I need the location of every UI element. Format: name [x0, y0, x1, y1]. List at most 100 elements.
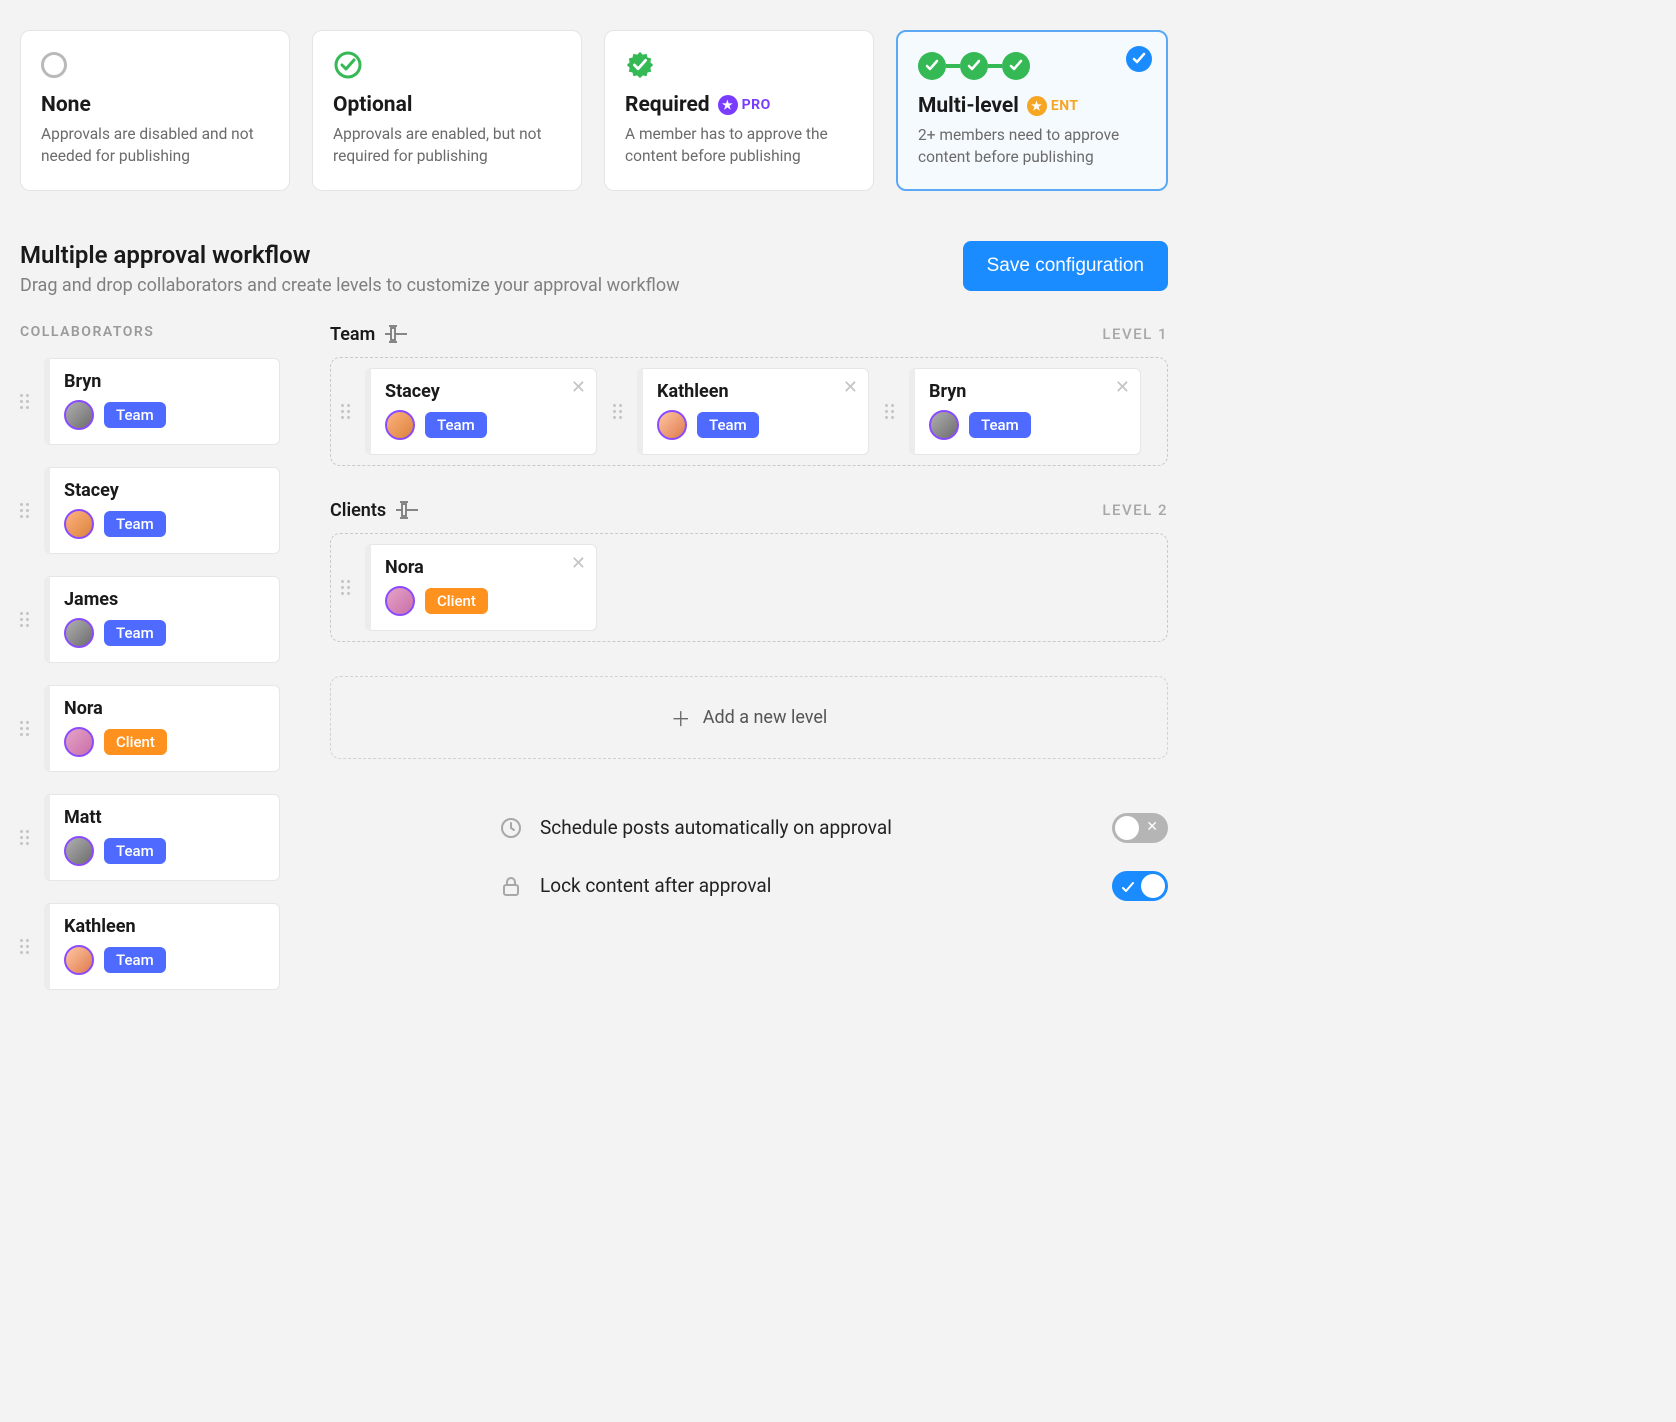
drag-handle-icon[interactable]: [341, 580, 355, 595]
star-icon: ★: [718, 95, 738, 115]
collaborators-column: COLLABORATORS Bryn Team Stacey Team Jam: [20, 324, 280, 1012]
setting-label: Lock content after approval: [540, 874, 1096, 897]
option-card-optional[interactable]: Optional Approvals are enabled, but not …: [312, 30, 582, 191]
remove-icon[interactable]: ✕: [571, 555, 586, 573]
schedule-toggle[interactable]: ✕: [1112, 813, 1168, 843]
role-chip: Client: [104, 729, 167, 755]
person-name: James: [64, 589, 265, 610]
option-title: Required: [625, 93, 710, 117]
collaborator-item[interactable]: Stacey Team: [20, 467, 280, 554]
person-name: Stacey: [385, 381, 582, 402]
collaborator-item[interactable]: Kathleen Team: [20, 903, 280, 990]
drag-handle-icon[interactable]: [341, 404, 355, 419]
option-desc: Approvals are disabled and not needed fo…: [41, 123, 269, 168]
person-name: Kathleen: [64, 916, 265, 937]
option-title: Multi-level: [918, 94, 1019, 118]
pro-badge: ★ PRO: [718, 95, 771, 115]
avatar: [64, 836, 94, 866]
level-number-label: LEVEL 1: [1102, 325, 1168, 343]
person-card[interactable]: Kathleen Team: [44, 903, 280, 990]
person-name: Nora: [64, 698, 265, 719]
person-card[interactable]: ✕ Nora Client: [365, 544, 597, 631]
person-card[interactable]: Nora Client: [44, 685, 280, 772]
avatar: [929, 410, 959, 440]
section-title: Multiple approval workflow: [20, 241, 680, 269]
avatar: [64, 727, 94, 757]
ent-badge: ★ ENT: [1027, 96, 1079, 116]
approval-settings: Schedule posts automatically on approval…: [498, 799, 1168, 915]
add-level-button[interactable]: ＋ Add a new level: [330, 676, 1168, 759]
save-configuration-button[interactable]: Save configuration: [963, 241, 1168, 291]
drag-handle-icon[interactable]: [20, 939, 34, 954]
rename-icon[interactable]: [385, 325, 407, 343]
collaborator-item[interactable]: Nora Client: [20, 685, 280, 772]
avatar: [64, 509, 94, 539]
setting-label: Schedule posts automatically on approval: [540, 816, 1096, 839]
person-card[interactable]: ✕ Stacey Team: [365, 368, 597, 455]
rename-icon[interactable]: [396, 501, 418, 519]
setting-lock: Lock content after approval: [498, 857, 1168, 915]
drag-handle-icon[interactable]: [20, 612, 34, 627]
drag-handle-icon[interactable]: [20, 830, 34, 845]
level-dropzone[interactable]: ✕ Nora Client: [330, 533, 1168, 642]
lock-toggle[interactable]: [1112, 871, 1168, 901]
empty-circle-icon: [41, 52, 67, 78]
option-desc: Approvals are enabled, but not required …: [333, 123, 561, 168]
option-card-required[interactable]: Required ★ PRO A member has to approve t…: [604, 30, 874, 191]
level-name: Clients: [330, 500, 386, 521]
person-name: Stacey: [64, 480, 265, 501]
star-icon: ★: [1027, 96, 1047, 116]
remove-icon[interactable]: ✕: [1115, 379, 1130, 397]
remove-icon[interactable]: ✕: [843, 379, 858, 397]
person-card[interactable]: Stacey Team: [44, 467, 280, 554]
collaborators-heading: COLLABORATORS: [20, 324, 280, 340]
option-title: None: [41, 93, 91, 117]
drag-handle-icon[interactable]: [885, 404, 899, 419]
person-card[interactable]: ✕ Kathleen Team: [637, 368, 869, 455]
person-card[interactable]: James Team: [44, 576, 280, 663]
role-chip: Team: [104, 838, 166, 864]
section-subtitle: Drag and drop collaborators and create l…: [20, 275, 680, 296]
collaborator-item[interactable]: Matt Team: [20, 794, 280, 881]
drag-handle-icon[interactable]: [20, 721, 34, 736]
person-card[interactable]: Matt Team: [44, 794, 280, 881]
workflow-layout: COLLABORATORS Bryn Team Stacey Team Jam: [20, 324, 1168, 1012]
collaborator-item[interactable]: ✕ Nora Client: [341, 544, 597, 631]
role-chip: Team: [697, 412, 759, 438]
role-chip: Team: [104, 402, 166, 428]
section-header: Multiple approval workflow Drag and drop…: [20, 241, 1168, 296]
person-card[interactable]: ✕ Bryn Team: [909, 368, 1141, 455]
option-card-none[interactable]: None Approvals are disabled and not need…: [20, 30, 290, 191]
role-chip: Team: [104, 511, 166, 537]
level-dropzone[interactable]: ✕ Stacey Team ✕ Kathleen Team ✕ Bryn Tea…: [330, 357, 1168, 466]
remove-icon[interactable]: ✕: [571, 379, 586, 397]
option-card-multilevel[interactable]: Multi-level ★ ENT 2+ members need to app…: [896, 30, 1168, 191]
avatar: [385, 586, 415, 616]
role-chip: Team: [425, 412, 487, 438]
person-name: Bryn: [929, 381, 1126, 402]
person-name: Nora: [385, 557, 582, 578]
collaborator-item[interactable]: ✕ Stacey Team: [341, 368, 597, 455]
person-name: Matt: [64, 807, 265, 828]
collaborator-item[interactable]: ✕ Kathleen Team: [613, 368, 869, 455]
drag-handle-icon[interactable]: [20, 394, 34, 409]
avatar: [64, 618, 94, 648]
avatar: [385, 410, 415, 440]
selected-check-icon: [1126, 46, 1152, 72]
plus-icon: ＋: [671, 703, 691, 732]
drag-handle-icon[interactable]: [613, 404, 627, 419]
option-desc: A member has to approve the content befo…: [625, 123, 853, 168]
lock-icon: [498, 873, 524, 899]
approval-options-row: None Approvals are disabled and not need…: [20, 30, 1168, 191]
drag-handle-icon[interactable]: [20, 503, 34, 518]
person-card[interactable]: Bryn Team: [44, 358, 280, 445]
role-chip: Team: [104, 620, 166, 646]
collaborator-item[interactable]: ✕ Bryn Team: [885, 368, 1141, 455]
option-title: Optional: [333, 93, 412, 117]
collaborator-item[interactable]: James Team: [20, 576, 280, 663]
option-desc: 2+ members need to approve content befor…: [918, 124, 1146, 169]
avatar: [64, 400, 94, 430]
check-icon: [1122, 879, 1134, 898]
person-name: Bryn: [64, 371, 265, 392]
collaborator-item[interactable]: Bryn Team: [20, 358, 280, 445]
